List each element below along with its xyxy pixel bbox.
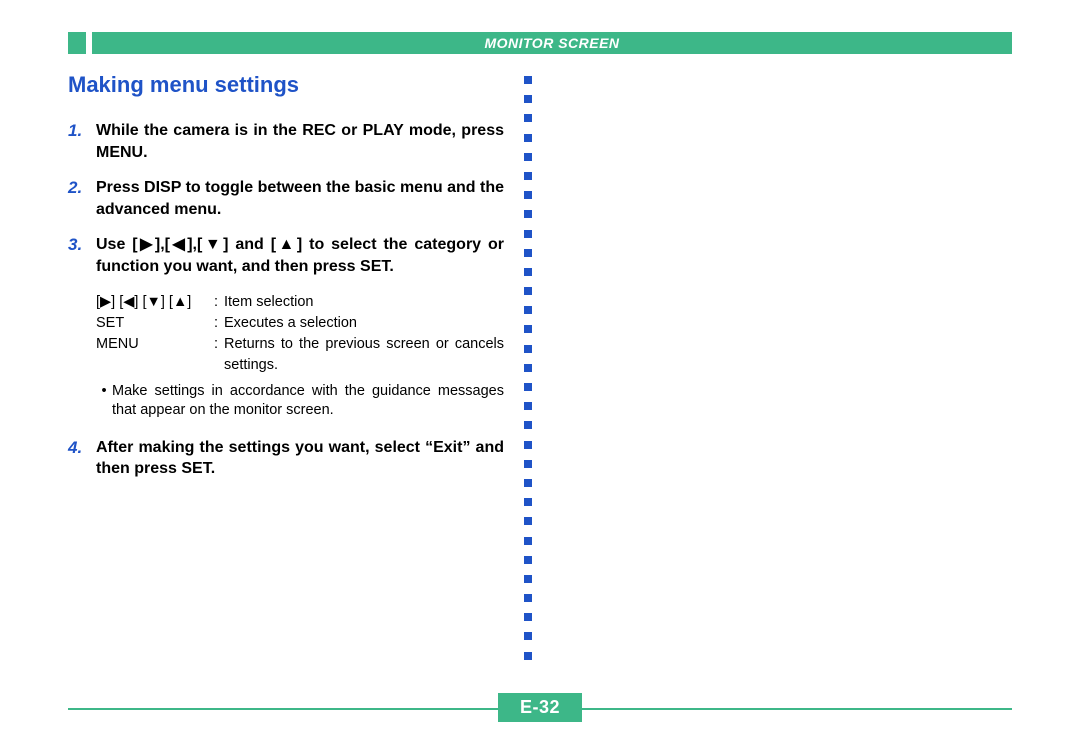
divider-dot — [524, 421, 532, 429]
divider-dot — [524, 268, 532, 276]
header-tab — [68, 32, 86, 54]
body-columns: Making menu settings 1. While the camera… — [68, 76, 1042, 671]
page-number: E-32 — [498, 693, 582, 722]
divider-dot — [524, 114, 532, 122]
divider-dot — [524, 652, 532, 660]
def-value: Returns to the previous screen or cancel… — [224, 334, 504, 376]
header-title: MONITOR SCREEN — [92, 32, 1012, 54]
divider-dot — [524, 441, 532, 449]
divider-dot — [524, 345, 532, 353]
def-key: [▶] [◀] [▼] [▲] — [96, 292, 214, 313]
def-value: Item selection — [224, 292, 504, 313]
step-text: Press DISP to toggle between the basic m… — [96, 177, 504, 220]
def-separator: : — [214, 334, 224, 376]
divider-dot — [524, 537, 532, 545]
def-item: [▶] [◀] [▼] [▲] : Item selection — [96, 292, 504, 313]
step-number: 4. — [68, 437, 96, 480]
step-number: 1. — [68, 120, 96, 163]
bullet-text: Make settings in accordance with the gui… — [112, 382, 504, 421]
divider-dot — [524, 210, 532, 218]
footer-label-wrap: E-32 — [68, 693, 1012, 722]
divider-dot — [524, 153, 532, 161]
section-title: Making menu settings — [68, 72, 504, 98]
header-row: MONITOR SCREEN — [68, 32, 1012, 54]
step-2: 2. Press DISP to toggle between the basi… — [68, 177, 504, 220]
right-column — [546, 76, 1026, 671]
divider-dot — [524, 364, 532, 372]
divider-dot — [524, 325, 532, 333]
divider-dot — [524, 95, 532, 103]
step-number: 2. — [68, 177, 96, 220]
step-text: Use [▶],[◀],[▼] and [▲] to select the ca… — [96, 234, 504, 277]
step-number: 3. — [68, 234, 96, 277]
def-item: MENU : Returns to the previous screen or… — [96, 334, 504, 376]
step-4: 4. After making the settings you want, s… — [68, 437, 504, 480]
left-column: Making menu settings 1. While the camera… — [68, 76, 520, 671]
divider-dot — [524, 498, 532, 506]
step-3: 3. Use [▶],[◀],[▼] and [▲] to select the… — [68, 234, 504, 277]
bullet-item: • Make settings in accordance with the g… — [96, 382, 504, 421]
divider-dot — [524, 479, 532, 487]
step-1: 1. While the camera is in the REC or PLA… — [68, 120, 504, 163]
manual-page: MONITOR SCREEN Making menu settings 1. W… — [0, 0, 1080, 730]
divider-dot — [524, 460, 532, 468]
definition-list: [▶] [◀] [▼] [▲] : Item selection SET : E… — [96, 292, 504, 376]
divider-dot — [524, 191, 532, 199]
def-item: SET : Executes a selection — [96, 313, 504, 334]
divider-dot — [524, 402, 532, 410]
divider-dot — [524, 594, 532, 602]
page-footer: E-32 — [68, 693, 1012, 710]
divider-dot — [524, 76, 532, 84]
def-key: SET — [96, 313, 214, 334]
divider-dot — [524, 632, 532, 640]
divider-dot — [524, 287, 532, 295]
divider-dot — [524, 172, 532, 180]
def-key: MENU — [96, 334, 214, 376]
column-divider-dots — [520, 76, 536, 671]
divider-dot — [524, 383, 532, 391]
divider-dot — [524, 556, 532, 564]
divider-dot — [524, 575, 532, 583]
bullet-marker: • — [96, 382, 112, 421]
step-text: While the camera is in the REC or PLAY m… — [96, 120, 504, 163]
def-value: Executes a selection — [224, 313, 504, 334]
divider-dot — [524, 249, 532, 257]
divider-dot — [524, 306, 532, 314]
divider-dot — [524, 134, 532, 142]
def-separator: : — [214, 292, 224, 313]
step-text: After making the settings you want, sele… — [96, 437, 504, 480]
divider-dot — [524, 230, 532, 238]
divider-dot — [524, 517, 532, 525]
divider-dot — [524, 613, 532, 621]
def-separator: : — [214, 313, 224, 334]
